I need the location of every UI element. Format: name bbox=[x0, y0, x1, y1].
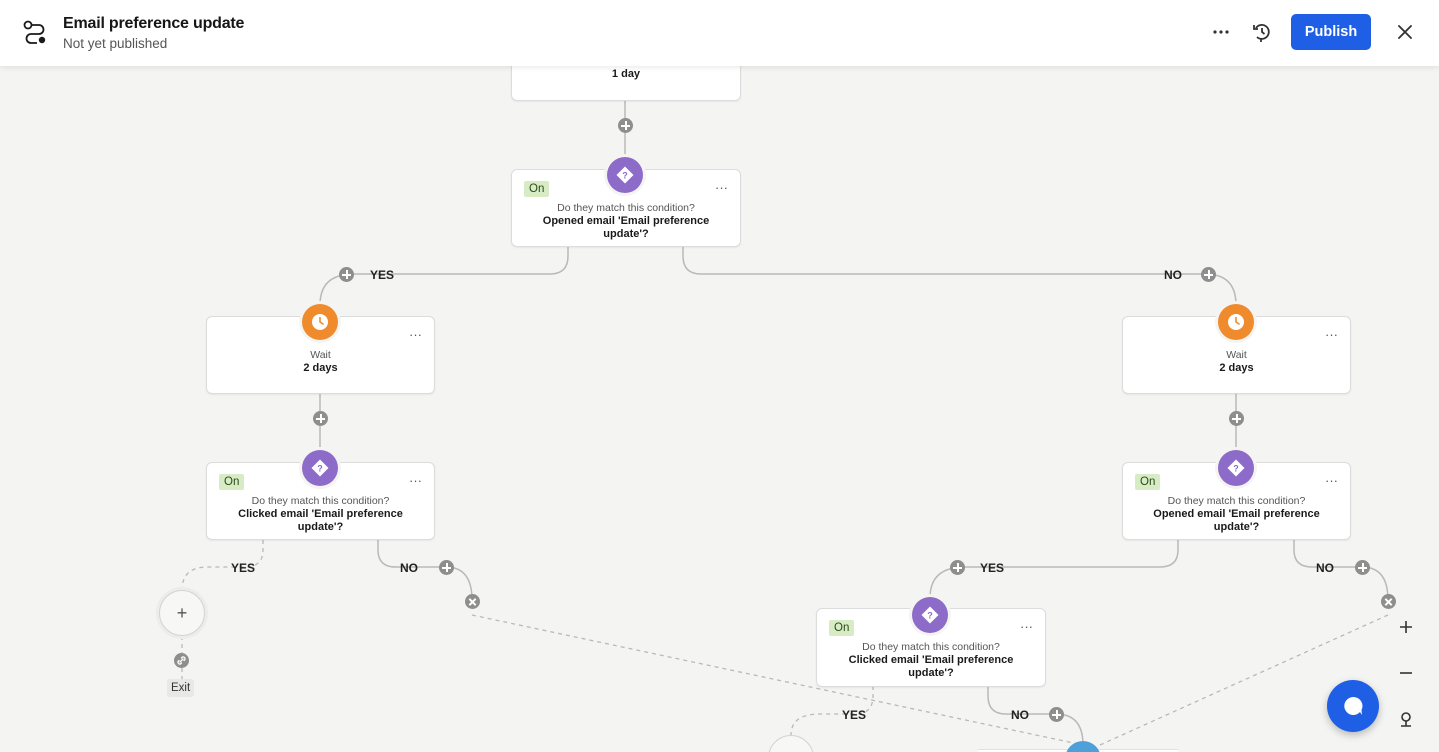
link-icon[interactable] bbox=[174, 653, 189, 668]
wait-value: 2 days bbox=[303, 362, 338, 374]
svg-text:?: ? bbox=[317, 464, 323, 474]
end-branch-x-icon[interactable] bbox=[465, 594, 480, 609]
question-diamond-icon: ? bbox=[302, 450, 338, 486]
publish-button[interactable]: Publish bbox=[1291, 14, 1371, 50]
wait-label: Wait bbox=[310, 349, 331, 361]
card-more-icon[interactable]: ··· bbox=[1325, 327, 1338, 342]
add-step-plus-icon[interactable] bbox=[950, 560, 965, 575]
end-branch-x-icon[interactable] bbox=[1381, 594, 1396, 609]
branch-yes-label: YES bbox=[842, 708, 867, 722]
condition-text: Clicked email 'Email preference update'? bbox=[238, 508, 403, 533]
add-step-plus-icon[interactable] bbox=[313, 411, 328, 426]
chat-icon[interactable] bbox=[1327, 680, 1379, 732]
add-step-plus-icon[interactable] bbox=[439, 560, 454, 575]
workflow-header: Email preference update Not yet publishe… bbox=[0, 0, 1439, 66]
question-diamond-icon: ? bbox=[912, 597, 948, 633]
card-more-icon[interactable]: ··· bbox=[715, 180, 728, 195]
flow-icon bbox=[22, 19, 48, 45]
exit-label: Exit bbox=[167, 679, 195, 697]
card-more-icon[interactable]: ··· bbox=[409, 327, 422, 342]
more-icon[interactable] bbox=[1208, 18, 1234, 46]
history-icon[interactable] bbox=[1249, 19, 1275, 45]
workflow-canvas[interactable]: 1 day On ··· Do they match this conditio… bbox=[0, 0, 1439, 752]
question-diamond-icon: ? bbox=[607, 157, 643, 193]
condition-question: Do they match this condition? bbox=[862, 641, 1000, 653]
add-step-plus-icon[interactable] bbox=[1201, 267, 1216, 282]
status-badge: On bbox=[219, 474, 245, 490]
branch-no-label: NO bbox=[1316, 561, 1334, 575]
branch-yes-label: YES bbox=[231, 561, 256, 575]
condition-question: Do they match this condition? bbox=[1167, 495, 1306, 507]
condition-text: Opened email 'Email preference update'? bbox=[1153, 508, 1320, 533]
svg-text:?: ? bbox=[927, 611, 933, 621]
condition-question: Do they match this condition? bbox=[557, 202, 695, 214]
add-step-plus-icon[interactable] bbox=[1049, 707, 1064, 722]
branch-yes-label: YES bbox=[370, 268, 395, 282]
wait-value: 1 day bbox=[611, 68, 641, 80]
status-badge: On bbox=[524, 181, 550, 197]
branch-yes-label: YES bbox=[980, 561, 1005, 575]
add-step-plus-icon[interactable] bbox=[618, 118, 633, 133]
card-more-icon[interactable]: ··· bbox=[1325, 473, 1338, 488]
publish-status: Not yet published bbox=[63, 36, 168, 51]
branch-no-label: NO bbox=[400, 561, 418, 575]
condition-question: Do they match this condition? bbox=[251, 495, 390, 507]
status-badge: On bbox=[1135, 474, 1161, 490]
add-step-plus-icon[interactable] bbox=[339, 267, 354, 282]
page-title: Email preference update bbox=[63, 15, 245, 32]
branch-no-label: NO bbox=[1164, 268, 1182, 282]
card-more-icon[interactable]: ··· bbox=[1020, 619, 1033, 634]
add-step-plus-icon[interactable] bbox=[1355, 560, 1370, 575]
svg-text:?: ? bbox=[1233, 464, 1239, 474]
recenter-icon[interactable] bbox=[1394, 707, 1418, 731]
close-icon[interactable] bbox=[1393, 20, 1417, 44]
zoom-in-icon[interactable] bbox=[1394, 615, 1418, 639]
card-more-icon[interactable]: ··· bbox=[409, 473, 422, 488]
clock-icon bbox=[1218, 304, 1254, 340]
wait-label: Wait bbox=[1226, 349, 1247, 361]
status-badge: On bbox=[829, 620, 855, 636]
wait-value: 2 days bbox=[1219, 362, 1254, 374]
clock-icon bbox=[302, 304, 338, 340]
branch-no-label: NO bbox=[1011, 708, 1029, 722]
condition-text: Opened email 'Email preference update'? bbox=[542, 215, 710, 240]
question-diamond-icon: ? bbox=[1218, 450, 1254, 486]
condition-text: Clicked email 'Email preference update'? bbox=[848, 654, 1014, 679]
svg-text:?: ? bbox=[622, 171, 628, 181]
add-action-button[interactable]: + bbox=[159, 590, 205, 636]
add-step-plus-icon[interactable] bbox=[1229, 411, 1244, 426]
zoom-out-icon[interactable] bbox=[1394, 661, 1418, 685]
